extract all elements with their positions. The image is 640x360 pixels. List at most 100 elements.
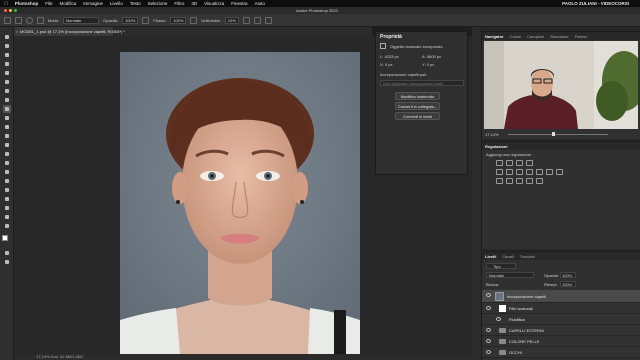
layer-row[interactable]: Incorporazione capelli	[482, 290, 640, 303]
menu-app-name[interactable]: Photoshop	[15, 1, 39, 6]
quick-mask-icon[interactable]	[3, 249, 11, 257]
canvas-image[interactable]	[120, 52, 360, 354]
menu-file[interactable]: File	[45, 1, 52, 6]
convert-to-linked-button[interactable]: Converti in collegato...	[395, 102, 440, 110]
close-tab-icon[interactable]: ×	[16, 29, 18, 34]
brush-preset-icon[interactable]	[26, 16, 33, 24]
layer-comp-select[interactable]: Non applicare composizione livelli	[380, 80, 464, 86]
eyedropper-tool-icon[interactable]	[3, 87, 11, 95]
channel-mixer-icon[interactable]	[546, 169, 553, 175]
tab-navigator[interactable]: Navigator	[485, 34, 503, 39]
hand-tool-icon[interactable]	[3, 204, 11, 212]
home-icon[interactable]	[4, 16, 11, 24]
fill-field[interactable]: 100%	[560, 281, 576, 287]
invert-icon[interactable]	[496, 178, 503, 184]
path-selection-tool-icon[interactable]	[3, 186, 11, 194]
menu-filter[interactable]: Filtro	[174, 1, 184, 6]
tab-patterns[interactable]: Pattern	[575, 34, 588, 39]
tab-color[interactable]: Colore	[509, 34, 521, 39]
smoothing-settings-icon[interactable]	[242, 16, 250, 24]
menu-layer[interactable]: Livello	[110, 1, 123, 6]
gradient-tool-icon[interactable]	[3, 141, 11, 149]
airbrush-icon[interactable]	[190, 16, 198, 24]
tab-layers[interactable]: Livelli	[485, 254, 496, 259]
tab-swatches[interactable]: Campioni	[527, 34, 544, 39]
type-tool-icon[interactable]	[3, 177, 11, 185]
y-field[interactable]: Y: 0 px	[422, 62, 434, 67]
visibility-eye-icon[interactable]	[486, 350, 491, 354]
history-brush-tool-icon[interactable]	[3, 123, 11, 131]
rectangle-tool-icon[interactable]	[3, 195, 11, 203]
exposure-icon[interactable]	[526, 160, 533, 166]
navigator-zoom-slider[interactable]	[508, 134, 608, 135]
edit-contents-button[interactable]: Modifica contenuto	[395, 92, 440, 100]
x-field[interactable]: X: 0 px	[380, 62, 392, 67]
width-field[interactable]: L: 4233 px	[380, 54, 399, 59]
black-white-icon[interactable]	[526, 169, 533, 175]
menu-help[interactable]: Aiuto	[255, 1, 265, 6]
tab-paths[interactable]: Tracciati	[520, 254, 535, 259]
pressure-opacity-icon[interactable]	[142, 16, 150, 24]
menu-image[interactable]: Immagine	[83, 1, 103, 6]
maximize-window-dot[interactable]	[14, 9, 17, 12]
crop-tool-icon[interactable]	[3, 69, 11, 77]
threshold-icon[interactable]	[516, 178, 523, 184]
layer-opacity-field[interactable]: 100%	[560, 272, 576, 278]
color-lookup-icon[interactable]	[556, 169, 563, 175]
blur-tool-icon[interactable]	[3, 150, 11, 158]
lasso-tool-icon[interactable]	[3, 51, 11, 59]
quick-selection-tool-icon[interactable]	[3, 60, 11, 68]
opacity-field[interactable]: 100%	[122, 16, 139, 24]
clone-stamp-tool-icon[interactable]	[3, 114, 11, 122]
gradient-map-icon[interactable]	[526, 178, 533, 184]
visibility-eye-icon[interactable]	[486, 339, 491, 343]
navigator-zoom-thumb[interactable]	[552, 132, 555, 136]
brush-settings-icon[interactable]	[37, 16, 44, 24]
brush-tool-icon[interactable]	[3, 105, 11, 113]
navigator-zoom-value[interactable]: 17,14%	[485, 132, 499, 137]
menu-select[interactable]: Selezione	[148, 1, 168, 6]
flow-field[interactable]: 100%	[170, 16, 187, 24]
menu-view[interactable]: Visualizza	[204, 1, 224, 6]
menu-window[interactable]: Finestra	[231, 1, 247, 6]
visibility-eye-icon[interactable]	[496, 317, 501, 321]
layer-filter-select[interactable]: Tipo	[486, 263, 516, 269]
menu-3d[interactable]: 3D	[191, 1, 197, 6]
tab-gradients[interactable]: Sfumature	[550, 34, 568, 39]
close-window-dot[interactable]	[4, 9, 7, 12]
levels-icon[interactable]	[506, 160, 513, 166]
brightness-contrast-icon[interactable]	[496, 160, 503, 166]
mode-select[interactable]: Normale	[63, 16, 100, 24]
vibrance-icon[interactable]	[496, 169, 503, 175]
marquee-tool-icon[interactable]	[3, 42, 11, 50]
convert-to-layers-button[interactable]: Converti in livelli	[395, 112, 440, 120]
document-tab[interactable]: MODEL_1.psd @ 17,1% (Incorporazione cape…	[14, 27, 125, 36]
healing-brush-tool-icon[interactable]	[3, 96, 11, 104]
posterize-icon[interactable]	[506, 178, 513, 184]
hue-saturation-icon[interactable]	[506, 169, 513, 175]
frame-tool-icon[interactable]	[3, 78, 11, 86]
smoothing-field[interactable]: 10%	[224, 16, 239, 24]
tab-adjustments[interactable]: Regolazioni	[485, 144, 507, 149]
photo-filter-icon[interactable]	[536, 169, 543, 175]
visibility-eye-icon[interactable]	[486, 306, 491, 310]
foreground-color-swatch[interactable]	[2, 235, 8, 241]
move-tool-icon[interactable]	[3, 33, 11, 41]
visibility-eye-icon[interactable]	[486, 293, 491, 297]
zoom-tool-icon[interactable]	[3, 213, 11, 221]
height-field[interactable]: A: 5600 px	[422, 54, 441, 59]
minimize-window-dot[interactable]	[9, 9, 12, 12]
dodge-tool-icon[interactable]	[3, 159, 11, 167]
menu-edit[interactable]: Modifica	[60, 1, 77, 6]
pressure-size-icon[interactable]	[253, 16, 261, 24]
screen-mode-icon[interactable]	[3, 258, 11, 266]
apple-icon[interactable]: 	[4, 1, 8, 7]
selective-color-icon[interactable]	[536, 178, 543, 184]
layer-row[interactable]: CAPELLI ESTERNI	[482, 325, 640, 336]
menu-type[interactable]: Testo	[130, 1, 141, 6]
layer-row[interactable]: Filtri avanzati	[482, 303, 640, 314]
more-tools-icon[interactable]	[3, 222, 11, 230]
symmetry-icon[interactable]	[264, 16, 272, 24]
blend-mode-select[interactable]: Normale	[486, 272, 534, 278]
pen-tool-icon[interactable]	[3, 168, 11, 176]
